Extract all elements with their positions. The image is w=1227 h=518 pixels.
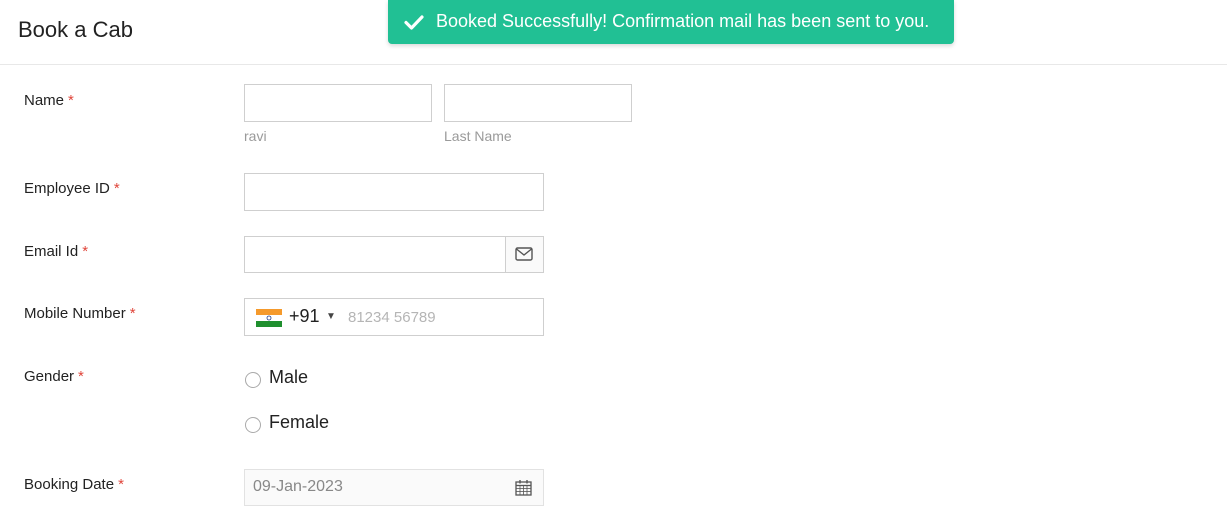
booking-date-label: Booking Date * bbox=[24, 476, 124, 493]
required-marker: * bbox=[129, 305, 136, 322]
employee-id-input[interactable] bbox=[244, 173, 544, 211]
calendar-icon[interactable] bbox=[515, 479, 532, 496]
mobile-label: Mobile Number * bbox=[24, 305, 136, 322]
employee-id-label-text: Employee ID bbox=[24, 180, 110, 197]
success-toast: Booked Successfully! Confirmation mail h… bbox=[388, 0, 954, 44]
required-marker: * bbox=[113, 180, 120, 197]
male-radio[interactable] bbox=[245, 371, 261, 388]
mail-icon bbox=[515, 247, 533, 261]
gender-label: Gender * bbox=[24, 368, 84, 385]
required-marker: * bbox=[118, 476, 124, 493]
mobile-input[interactable] bbox=[340, 299, 540, 335]
employee-id-label: Employee ID * bbox=[24, 180, 120, 197]
country-code[interactable]: +91 bbox=[289, 306, 320, 327]
email-input[interactable] bbox=[245, 237, 507, 272]
required-marker: * bbox=[82, 243, 89, 260]
male-label[interactable]: Male bbox=[269, 367, 308, 388]
last-name-sublabel: Last Name bbox=[444, 128, 512, 144]
chevron-down-icon[interactable]: ▼ bbox=[326, 311, 336, 322]
female-radio[interactable] bbox=[245, 416, 261, 433]
female-label[interactable]: Female bbox=[269, 412, 329, 433]
india-flag-icon[interactable] bbox=[256, 309, 282, 327]
booking-date-value: 09-Jan-2023 bbox=[253, 478, 343, 495]
email-label: Email Id * bbox=[24, 243, 88, 260]
first-name-input[interactable] bbox=[244, 84, 432, 122]
mobile-label-text: Mobile Number bbox=[24, 305, 126, 322]
booking-date-field[interactable]: 09-Jan-2023 bbox=[244, 469, 544, 506]
name-label: Name * bbox=[24, 92, 74, 109]
name-label-text: Name bbox=[24, 92, 65, 109]
email-field-group bbox=[244, 236, 544, 273]
required-marker: * bbox=[78, 368, 84, 385]
gender-option-female[interactable]: Female bbox=[245, 412, 329, 433]
gender-label-text: Gender bbox=[24, 368, 75, 385]
page-title: Book a Cab bbox=[18, 17, 133, 42]
mobile-field-group: +91 ▼ bbox=[244, 298, 544, 336]
required-marker: * bbox=[68, 92, 74, 109]
toast-message: Booked Successfully! Confirmation mail h… bbox=[436, 11, 930, 31]
email-label-text: Email Id bbox=[24, 243, 79, 260]
check-icon bbox=[404, 15, 424, 30]
first-name-sublabel: ravi bbox=[244, 128, 267, 144]
email-addon bbox=[505, 237, 543, 272]
booking-date-label-text: Booking Date bbox=[24, 476, 115, 493]
last-name-input[interactable] bbox=[444, 84, 632, 122]
gender-option-male[interactable]: Male bbox=[245, 367, 308, 388]
